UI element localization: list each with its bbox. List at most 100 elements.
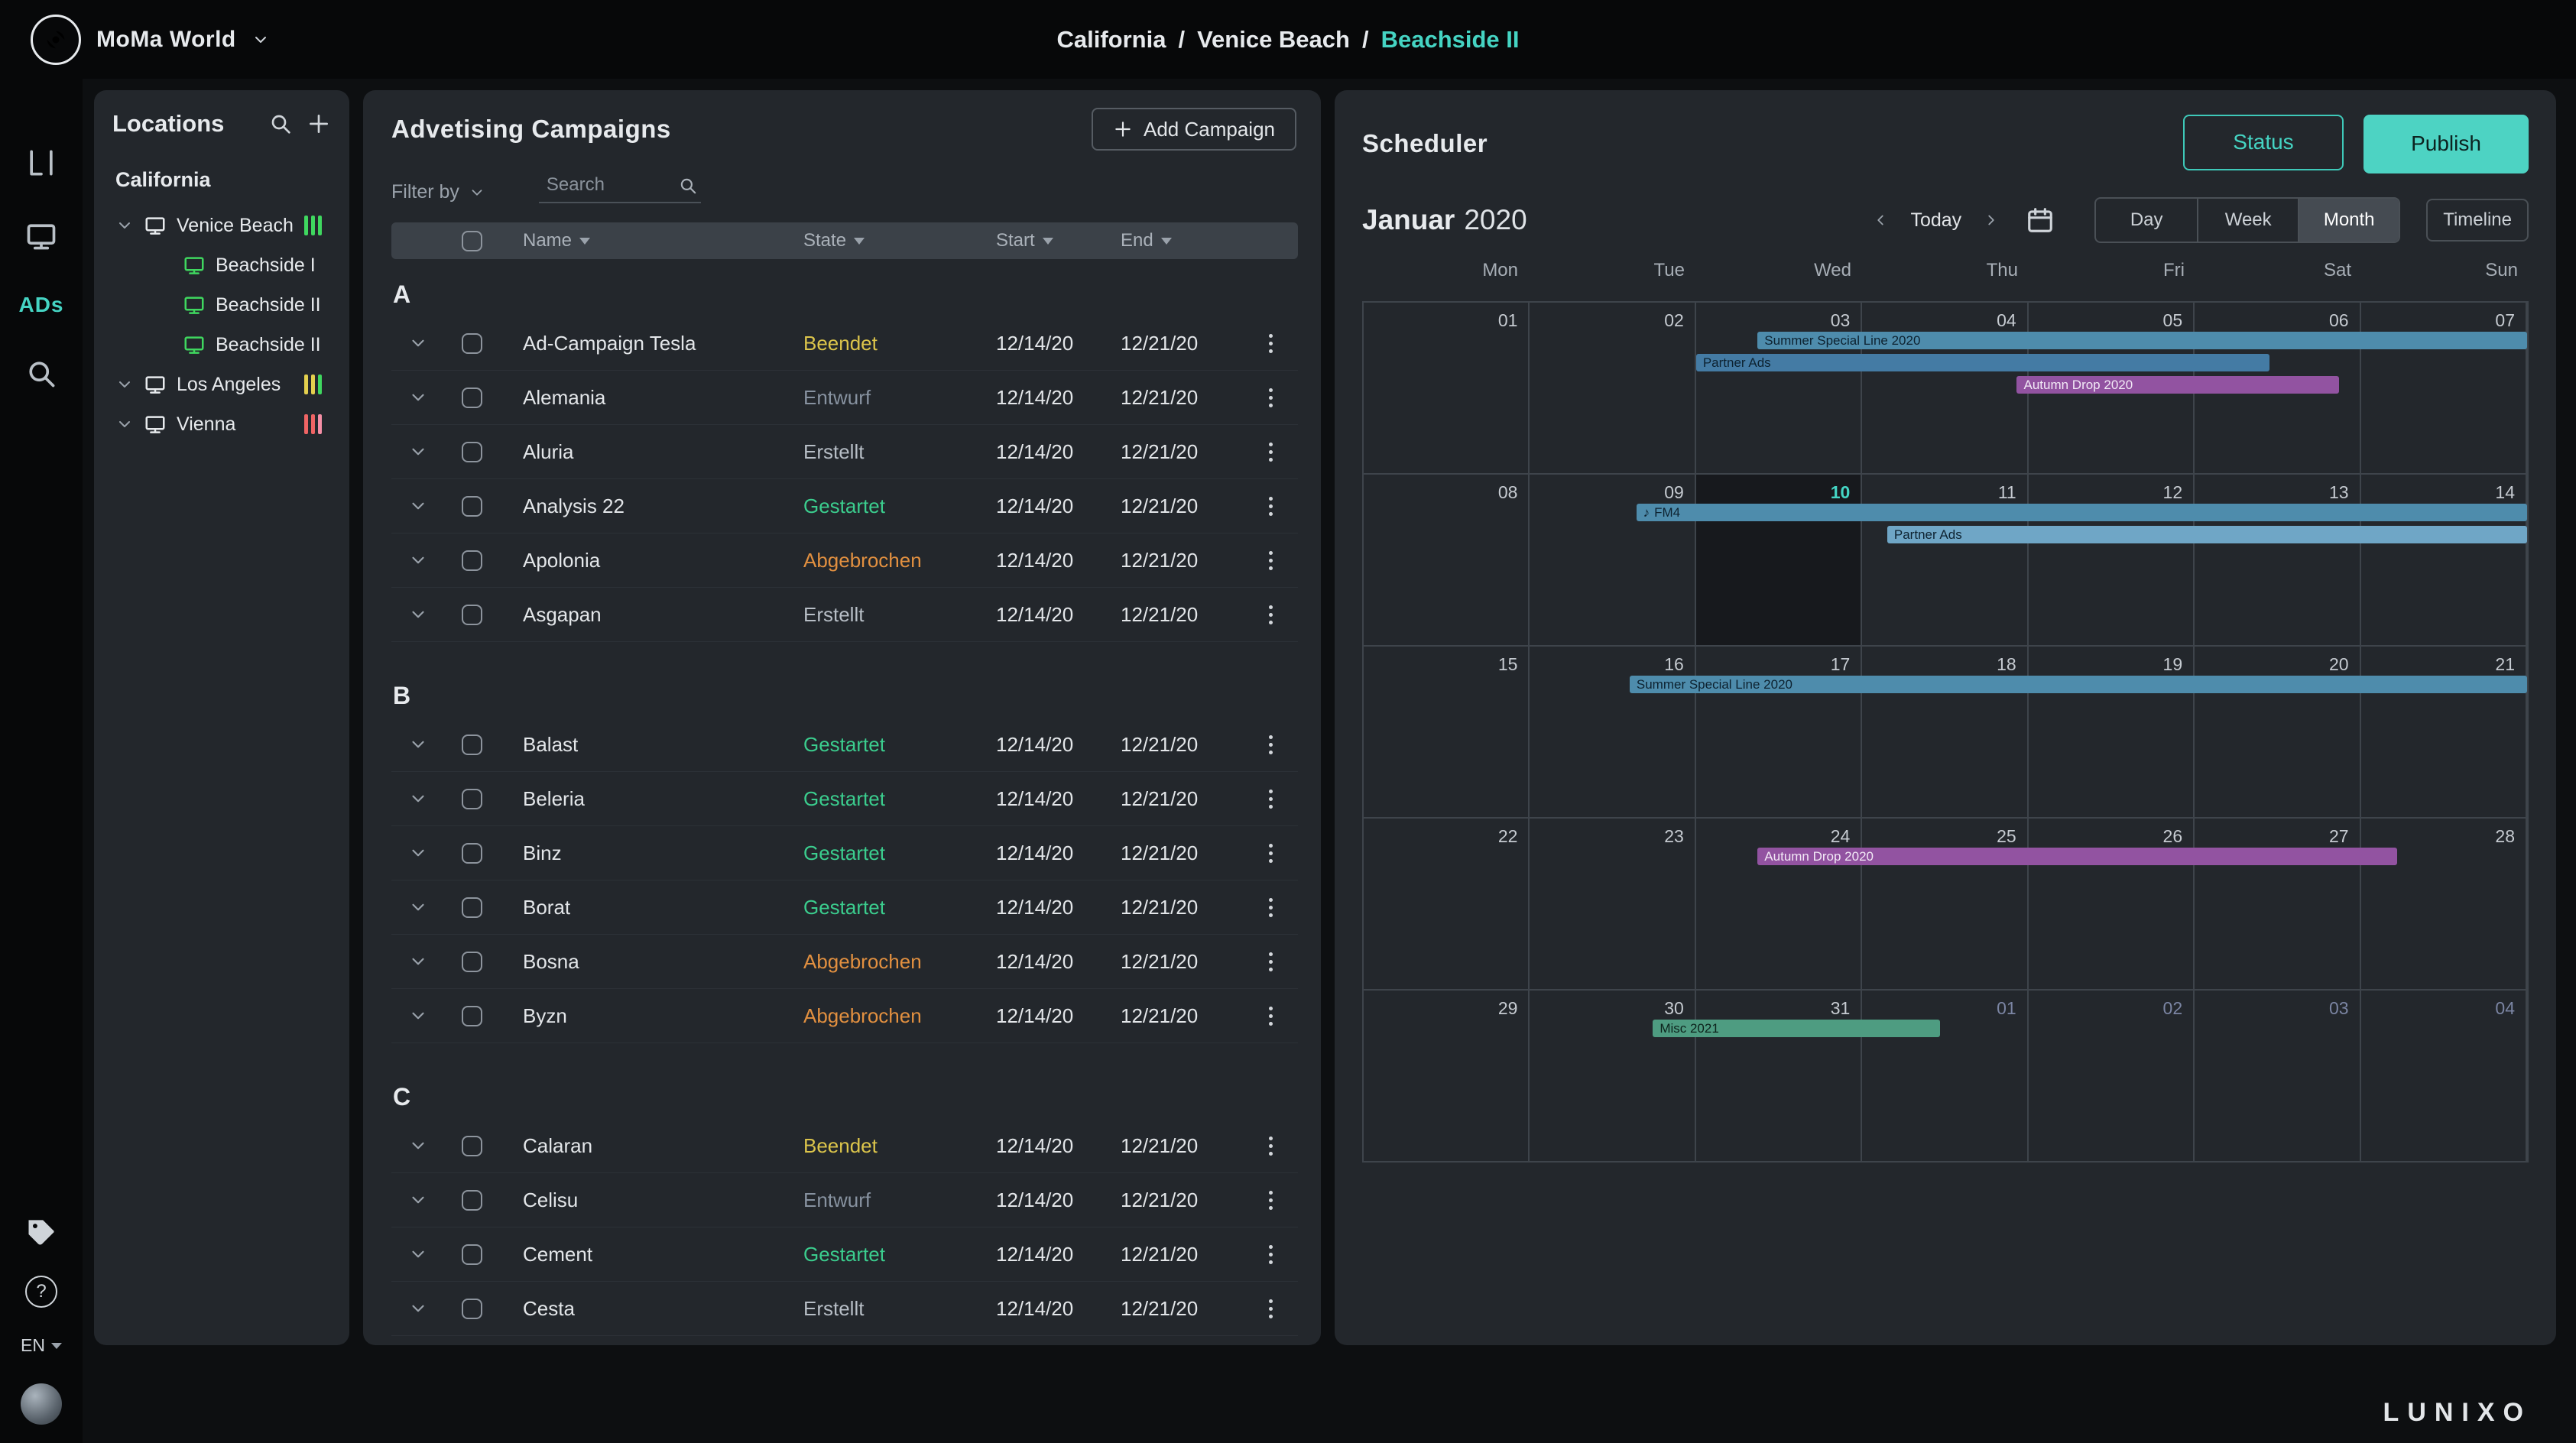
row-checkbox[interactable] [462,1299,482,1319]
campaign-row[interactable]: CelisuEntwurf12/14/2012/21/20 [391,1173,1298,1227]
calendar-day[interactable]: 11 [1862,475,2028,645]
calendar-day[interactable]: 31 [1696,991,1862,1161]
calendar-day[interactable]: 28 [2361,819,2527,989]
campaign-row[interactable]: AsgapanErstellt12/14/2012/21/20 [391,588,1298,642]
row-checkbox[interactable] [462,1244,482,1265]
calendar-day[interactable]: 24 [1696,819,1862,989]
calendar-day[interactable]: 09 [1530,475,1695,645]
calendar-event[interactable]: ♪FM4 [1637,504,2527,521]
publish-button[interactable]: Publish [2363,115,2529,173]
ads-icon[interactable]: ADs [18,293,63,317]
chevron-down-icon[interactable] [115,415,134,433]
chevron-down-icon[interactable] [391,442,445,462]
calendar-day[interactable]: 26 [2029,819,2195,989]
column-header-name[interactable]: Name [523,230,590,251]
row-checkbox[interactable] [462,734,482,755]
campaign-row[interactable]: AlemaniaEntwurf12/14/2012/21/20 [391,371,1298,425]
chevron-down-icon[interactable] [251,31,270,49]
campaign-row[interactable]: CalaranBeendet12/14/2012/21/20 [391,1119,1298,1173]
campaign-row[interactable]: ByznAbgebrochen12/14/2012/21/20 [391,989,1298,1043]
lunixo-mark-icon[interactable] [24,146,58,180]
campaign-row[interactable]: ApoloniaAbgebrochen12/14/2012/21/20 [391,533,1298,588]
campaign-row[interactable]: BosnaAbgebrochen12/14/2012/21/20 [391,935,1298,989]
campaign-row[interactable]: Analysis 22Gestartet12/14/2012/21/20 [391,479,1298,533]
calendar-day[interactable]: 01 [1364,303,1530,473]
chevron-down-icon[interactable] [391,1006,445,1026]
campaign-row[interactable]: BeleriaGestartet12/14/2012/21/20 [391,772,1298,826]
calendar-day[interactable]: 01 [1862,991,2028,1161]
add-location-icon[interactable] [307,112,331,136]
view-timeline-button[interactable]: Timeline [2426,199,2529,242]
calendar-day[interactable]: 02 [2029,991,2195,1161]
chevron-down-icon[interactable] [391,897,445,917]
campaign-row[interactable]: Ad-Campaign TeslaBeendet12/14/2012/21/20 [391,316,1298,371]
location-item[interactable]: Beachside II [112,285,331,325]
kebab-menu-icon[interactable] [1269,898,1273,917]
campaign-row[interactable]: CementGestartet12/14/2012/21/20 [391,1227,1298,1282]
chevron-down-icon[interactable] [115,216,134,235]
row-checkbox[interactable] [462,333,482,354]
calendar-day[interactable]: 16 [1530,647,1695,817]
location-item[interactable]: Los Angeles [112,365,331,404]
calendar-day[interactable]: 04 [1862,303,2028,473]
chevron-down-icon[interactable] [391,496,445,516]
calendar-event[interactable]: Partner Ads [1887,526,2527,543]
kebab-menu-icon[interactable] [1269,1245,1273,1264]
search-icon[interactable] [24,357,58,391]
location-item[interactable]: Beachside I [112,245,331,285]
location-item[interactable]: Beachside II [112,325,331,365]
location-item[interactable]: Vienna [112,404,331,444]
view-month-button[interactable]: Month [2298,199,2399,242]
chevron-down-icon[interactable] [391,843,445,863]
calendar-day[interactable]: 12 [2029,475,2195,645]
prev-month-icon[interactable] [1872,212,1889,229]
calendar-day[interactable]: 14 [2361,475,2527,645]
column-header-end[interactable]: End [1121,230,1172,251]
language-selector[interactable]: EN [21,1335,62,1356]
row-checkbox[interactable] [462,442,482,462]
calendar-day[interactable]: 20 [2195,647,2360,817]
kebab-menu-icon[interactable] [1269,952,1273,971]
calendar-day[interactable]: 03 [1696,303,1862,473]
view-week-button[interactable]: Week [2197,199,2298,242]
next-month-icon[interactable] [1983,212,2000,229]
breadcrumb-item[interactable]: California [1056,26,1166,54]
calendar-event[interactable]: Summer Special Line 2020 [1757,332,2527,349]
campaign-row[interactable]: BalastGestartet12/14/2012/21/20 [391,718,1298,772]
kebab-menu-icon[interactable] [1269,551,1273,570]
row-checkbox[interactable] [462,1136,482,1156]
chevron-down-icon[interactable] [391,1190,445,1210]
filter-by-dropdown[interactable]: Filter by [391,181,485,203]
calendar-event[interactable]: Autumn Drop 2020 [1757,848,2397,865]
kebab-menu-icon[interactable] [1269,1299,1273,1318]
row-checkbox[interactable] [462,952,482,972]
kebab-menu-icon[interactable] [1269,735,1273,754]
kebab-menu-icon[interactable] [1269,1191,1273,1210]
calendar-day[interactable]: 22 [1364,819,1530,989]
row-checkbox[interactable] [462,496,482,517]
calendar-day[interactable]: 07 [2361,303,2527,473]
kebab-menu-icon[interactable] [1269,790,1273,809]
chevron-down-icon[interactable] [391,333,445,353]
breadcrumb-item[interactable]: Beachside II [1381,26,1520,54]
calendar-day[interactable]: 17 [1696,647,1862,817]
calendar-day[interactable]: 27 [2195,819,2360,989]
calendar-day[interactable]: 04 [2361,991,2527,1161]
campaign-row[interactable]: AluriaErstellt12/14/2012/21/20 [391,425,1298,479]
chevron-down-icon[interactable] [391,605,445,624]
calendar-day[interactable]: 03 [2195,991,2360,1161]
kebab-menu-icon[interactable] [1269,443,1273,462]
chevron-down-icon[interactable] [391,1136,445,1156]
help-icon[interactable]: ? [25,1276,57,1308]
chevron-down-icon[interactable] [391,1244,445,1264]
calendar-day[interactable]: 08 [1364,475,1530,645]
row-checkbox[interactable] [462,388,482,408]
campaign-row[interactable]: BinzGestartet12/14/2012/21/20 [391,826,1298,880]
chevron-down-icon[interactable] [391,789,445,809]
chevron-down-icon[interactable] [391,952,445,971]
calendar-day[interactable]: 23 [1530,819,1695,989]
search-icon[interactable] [678,176,698,196]
calendar-day[interactable]: 30 [1530,991,1695,1161]
view-day-button[interactable]: Day [2096,199,2197,242]
add-campaign-button[interactable]: Add Campaign [1092,108,1296,151]
